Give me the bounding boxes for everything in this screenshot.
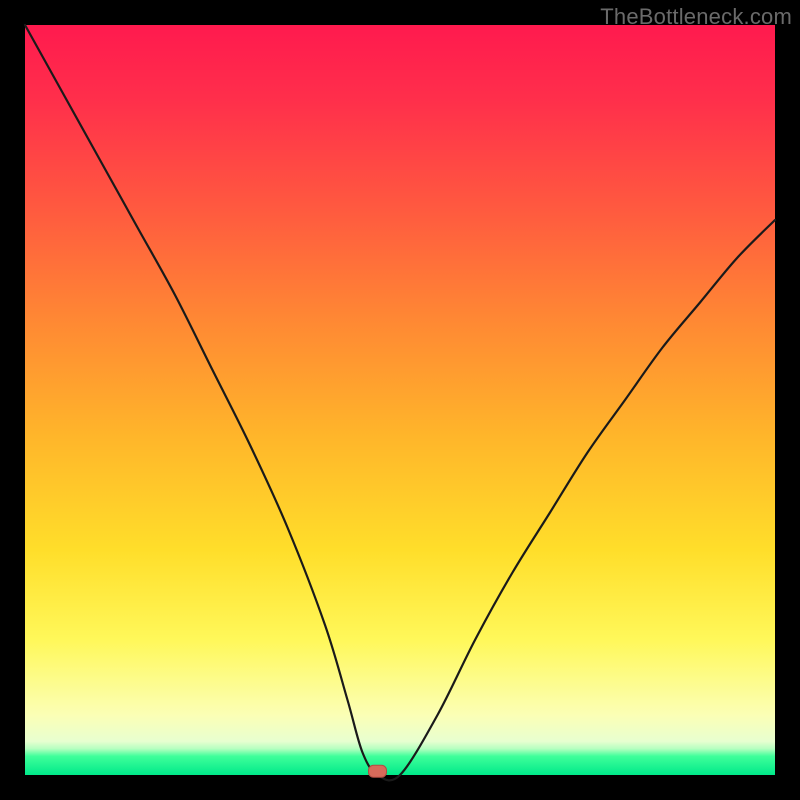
chart-frame: TheBottleneck.com [0,0,800,800]
curve-layer [25,25,775,775]
plot-area [25,25,775,775]
watermark-text: TheBottleneck.com [600,4,792,30]
bottleneck-curve [25,25,775,780]
optimum-marker [369,765,387,777]
